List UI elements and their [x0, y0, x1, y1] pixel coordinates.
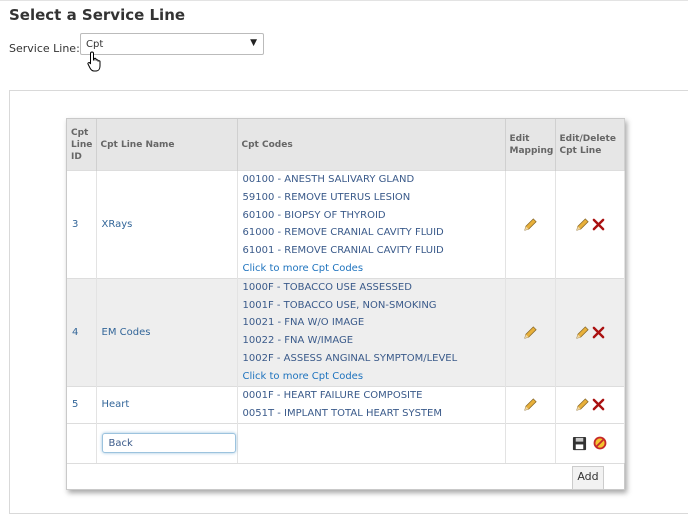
- cpt-code: 0051T - IMPLANT TOTAL HEART SYSTEM: [242, 407, 443, 419]
- service-line-value: Cpt: [86, 39, 104, 50]
- cpt-line-name-input[interactable]: [101, 433, 236, 454]
- cell-edit-mapping: [505, 422, 556, 464]
- delete-icon[interactable]: [592, 218, 605, 231]
- cell-name: EM Codes: [96, 277, 238, 387]
- hand-cursor-icon: [87, 51, 101, 72]
- cpt-code: 1001F - TOBACCO USE, NON-SMOKING: [242, 299, 437, 311]
- edit-row: [67, 422, 625, 464]
- delete-icon[interactable]: [592, 326, 605, 339]
- cpt-code: 10022 - FNA W/IMAGE: [242, 335, 354, 347]
- cpt-code: 60100 - BIOPSY OF THYROID: [242, 209, 386, 221]
- cell-edit-mapping: [505, 170, 556, 279]
- chevron-down-icon: ▼: [250, 38, 257, 48]
- cell-name: Heart: [96, 385, 238, 424]
- pencil-icon[interactable]: [523, 397, 538, 412]
- cell-edit-mapping: [505, 385, 556, 424]
- service-line-select[interactable]: Cpt ▼: [80, 33, 264, 55]
- header-edit-delete: Edit/Delete Cpt Line: [555, 119, 625, 171]
- pencil-icon[interactable]: [523, 325, 538, 340]
- cell-codes: 00100 - ANESTH SALIVARY GLAND 59100 - RE…: [237, 170, 506, 279]
- pencil-icon[interactable]: [575, 325, 590, 340]
- cell-id: 5: [67, 385, 97, 424]
- header-cpt-codes[interactable]: Cpt Codes: [237, 119, 506, 171]
- grid-footer: Add: [67, 463, 624, 492]
- cpt-code: 00100 - ANESTH SALIVARY GLAND: [242, 174, 415, 185]
- cell-name-edit: [96, 422, 238, 464]
- add-button[interactable]: Add: [572, 466, 604, 491]
- cell-name: XRays: [96, 170, 238, 279]
- header-cpt-line-name[interactable]: Cpt Line Name: [96, 119, 238, 171]
- cell-edit-mapping: [505, 277, 556, 387]
- cpt-code: 10021 - FNA W/O IMAGE: [242, 317, 365, 329]
- more-codes-link[interactable]: Click to more Cpt Codes: [243, 260, 500, 278]
- pencil-icon[interactable]: [575, 217, 590, 232]
- cell-edit-delete: [555, 170, 625, 279]
- table-row: 5 Heart 0001F - HEART FAILURE COMPOSITE …: [67, 385, 625, 424]
- cpt-code: 59100 - REMOVE UTERUS LESION: [242, 191, 411, 203]
- cell-edit-delete: [555, 385, 625, 424]
- table-row: 4 EM Codes 1000F - TOBACCO USE ASSESSED …: [67, 277, 625, 387]
- page-title: Select a Service Line: [9, 6, 186, 24]
- cancel-icon[interactable]: [593, 436, 607, 450]
- cpt-line-grid: Cpt Line ID Cpt Line Name Cpt Codes Edit…: [66, 118, 625, 492]
- cell-id: [67, 422, 97, 464]
- cell-codes: [237, 422, 506, 464]
- cell-id: 4: [67, 277, 97, 387]
- pencil-icon[interactable]: [575, 397, 590, 412]
- pencil-icon[interactable]: [523, 217, 538, 232]
- service-line-label: Service Line:: [9, 42, 80, 55]
- cpt-code: 61001 - REMOVE CRANIAL CAVITY FLUID: [242, 245, 444, 257]
- cell-codes: 0001F - HEART FAILURE COMPOSITE 0051T - …: [237, 385, 506, 424]
- cpt-code: 1002F - ASSESS ANGINAL SYMPTOM/LEVEL: [242, 352, 458, 364]
- header-cpt-line-id[interactable]: Cpt Line ID: [67, 119, 97, 171]
- cpt-code: 61000 - REMOVE CRANIAL CAVITY FLUID: [242, 227, 444, 239]
- cpt-code: 0001F - HEART FAILURE COMPOSITE: [242, 389, 423, 401]
- table-row: 3 XRays 00100 - ANESTH SALIVARY GLAND 59…: [67, 170, 625, 279]
- top-divider: [0, 0, 688, 1]
- delete-icon[interactable]: [592, 398, 605, 411]
- cell-edit-delete: [555, 277, 625, 387]
- cell-id: 3: [67, 170, 97, 279]
- save-icon[interactable]: [572, 436, 587, 451]
- cell-codes: 1000F - TOBACCO USE ASSESSED 1001F - TOB…: [237, 277, 506, 387]
- more-codes-link[interactable]: Click to more Cpt Codes: [243, 368, 500, 386]
- cell-save-cancel: [555, 422, 625, 464]
- header-edit-mapping: Edit Mapping: [505, 119, 556, 171]
- cpt-code: 1000F - TOBACCO USE ASSESSED: [242, 281, 412, 293]
